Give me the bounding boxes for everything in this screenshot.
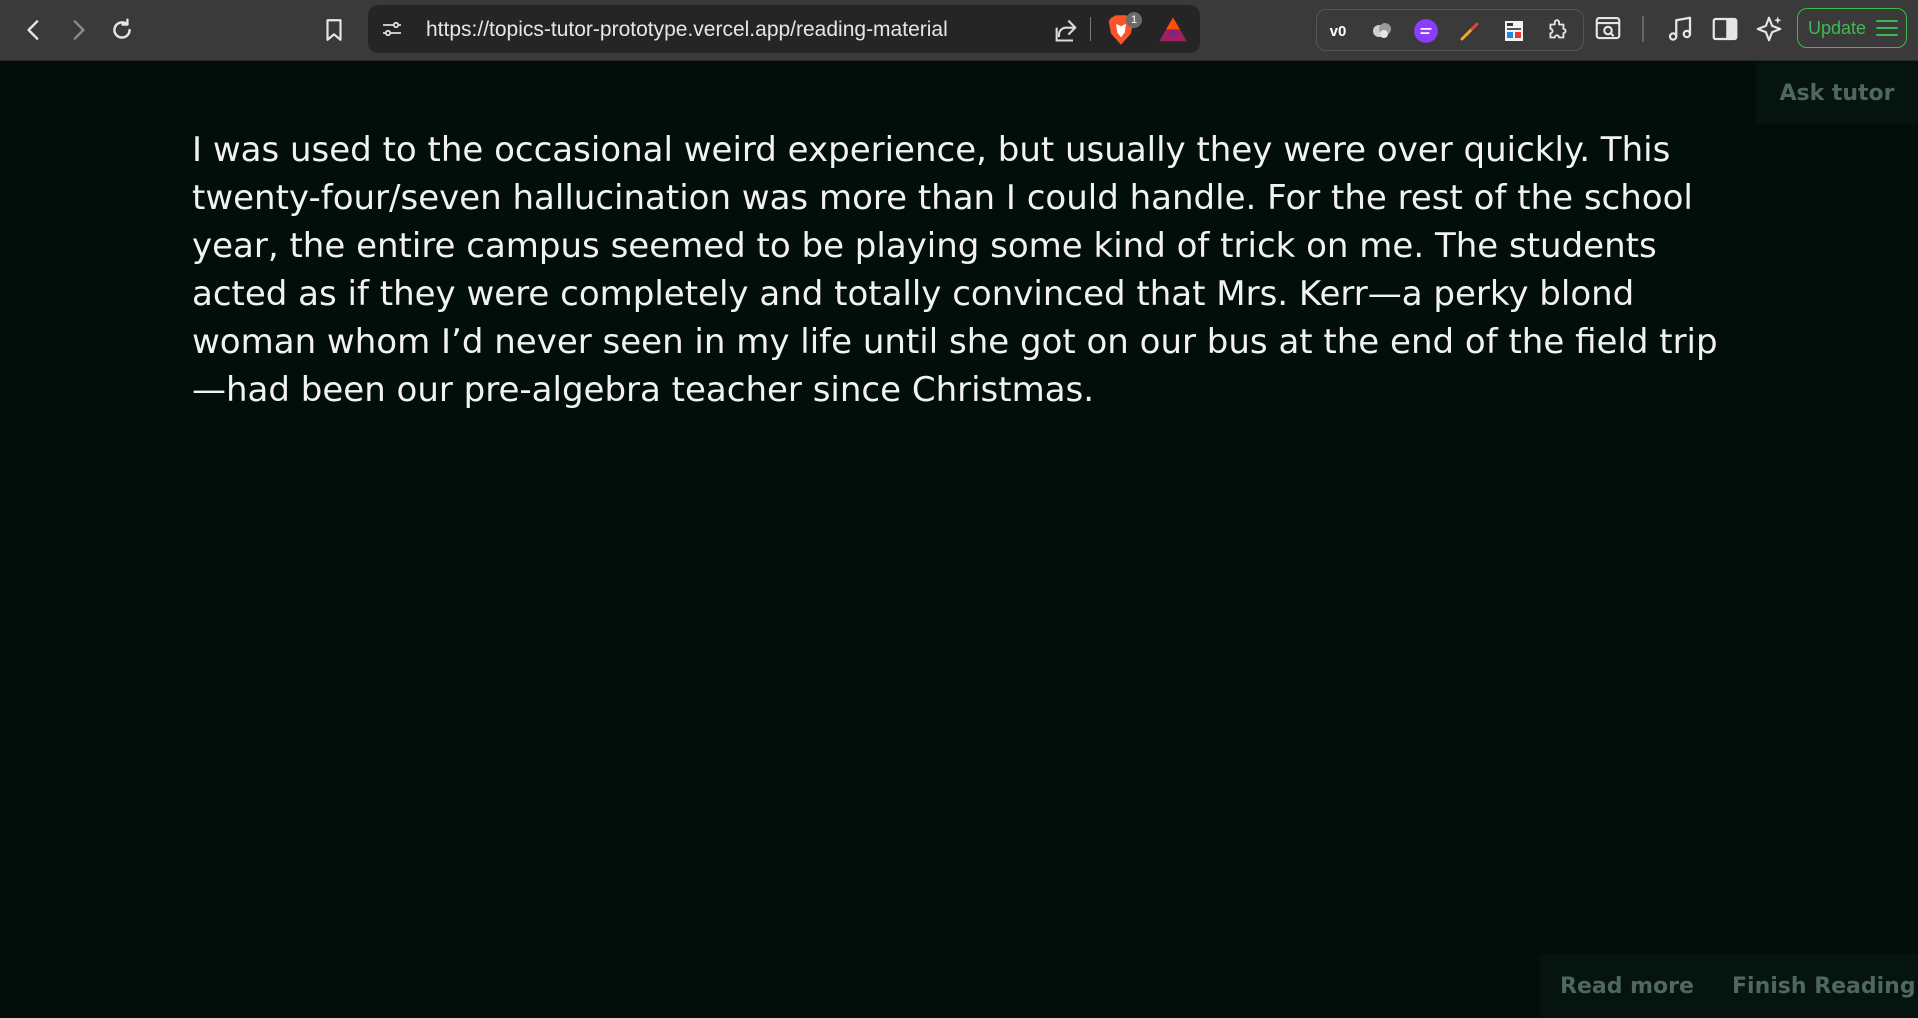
site-settings-icon[interactable] [380,17,404,41]
page-extension-icon[interactable] [1501,18,1527,44]
extensions-group: v0 [1316,9,1584,51]
bookmark-button[interactable] [316,12,352,48]
browser-toolbar: https://topics-tutor-prototype.vercel.ap… [0,0,1918,61]
shields-count-badge: 1 [1126,12,1142,28]
reading-passage: I was used to the occasional weird exper… [192,130,1718,410]
brave-rewards-icon[interactable] [1158,15,1188,45]
menu-icon [1876,20,1898,36]
address-bar[interactable]: https://topics-tutor-prototype.vercel.ap… [368,5,1200,53]
reload-icon [113,18,131,39]
web-to-figma-extension-icon[interactable] [1413,18,1439,44]
back-button[interactable] [16,12,52,48]
back-icon [27,20,39,40]
screenshot-search-icon[interactable] [1593,13,1623,43]
ask-tutor-button[interactable]: Ask tutor [1756,62,1918,124]
sidebar-icon[interactable] [1710,14,1740,44]
url-text[interactable]: https://topics-tutor-prototype.vercel.ap… [426,18,948,42]
v0-extension-icon[interactable]: v0 [1325,18,1351,44]
finish-reading-button[interactable]: Finish Reading [1732,954,1916,1018]
leo-ai-icon[interactable] [1754,14,1784,44]
toolbar-divider [1642,16,1644,42]
media-icon[interactable] [1665,14,1695,44]
bookmark-icon [326,19,342,41]
share-icon[interactable] [1052,16,1080,44]
reload-button[interactable] [104,12,140,48]
forward-button[interactable] [60,12,96,48]
reading-actions: Read more Finish Reading [1540,954,1918,1018]
puzzle-extensions-icon[interactable] [1545,18,1571,44]
update-button[interactable]: Update [1797,8,1907,48]
cloud-extension-icon[interactable] [1369,18,1395,44]
read-more-button[interactable]: Read more [1560,954,1694,1018]
forward-icon [73,20,85,40]
update-label: Update [1808,17,1867,38]
address-bar-divider [1090,17,1091,41]
color-picker-extension-icon[interactable] [1457,18,1483,44]
